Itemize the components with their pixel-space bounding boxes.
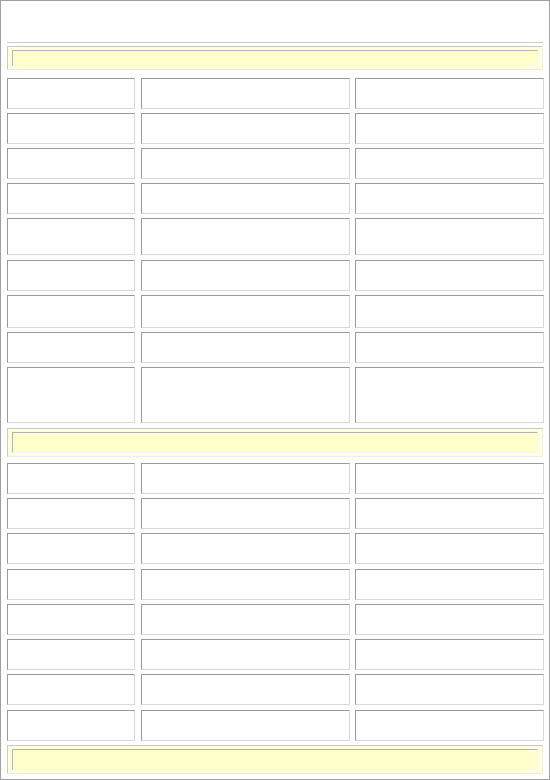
cell-r5-c1[interactable] [7, 218, 135, 255]
cell-r14-c3[interactable] [355, 604, 544, 635]
cell-r14-c2[interactable] [141, 604, 350, 635]
cell-r8-c3[interactable] [355, 332, 544, 363]
cell-r2-c2[interactable] [141, 113, 350, 144]
cell-r7-c2[interactable] [141, 295, 350, 328]
cell-r9-c1[interactable] [7, 367, 135, 423]
cell-r1-c3[interactable] [355, 78, 544, 109]
cell-r16-c1[interactable] [7, 674, 135, 705]
cell-r3-c1[interactable] [7, 148, 135, 179]
cell-r4-c3[interactable] [355, 183, 544, 214]
cell-r4-c2[interactable] [141, 183, 350, 214]
cell-r16-c3[interactable] [355, 674, 544, 705]
cell-r12-c2[interactable] [141, 533, 350, 564]
cell-r13-c2[interactable] [141, 569, 350, 600]
cell-r10-c1[interactable] [7, 463, 135, 494]
section-header-2 [7, 428, 543, 457]
cell-r10-c2[interactable] [141, 463, 350, 494]
cell-r5-c2[interactable] [141, 218, 350, 255]
cell-r12-c1[interactable] [7, 533, 135, 564]
cell-r13-c3[interactable] [355, 569, 544, 600]
cell-r8-c1[interactable] [7, 332, 135, 363]
cell-r9-c3[interactable] [355, 367, 544, 423]
section-header-3-label [12, 749, 538, 770]
form-frame [0, 0, 550, 780]
cell-r12-c3[interactable] [355, 533, 544, 564]
cell-r1-c1[interactable] [7, 78, 135, 109]
cell-r2-c1[interactable] [7, 113, 135, 144]
cell-r7-c1[interactable] [7, 295, 135, 328]
section-header-3 [7, 745, 543, 774]
cell-r4-c1[interactable] [7, 183, 135, 214]
cell-r17-c3[interactable] [355, 710, 544, 741]
cell-r11-c2[interactable] [141, 498, 350, 529]
cell-r3-c2[interactable] [141, 148, 350, 179]
cell-r8-c2[interactable] [141, 332, 350, 363]
cell-r6-c2[interactable] [141, 260, 350, 291]
cell-r3-c3[interactable] [355, 148, 544, 179]
cell-r2-c3[interactable] [355, 113, 544, 144]
cell-r1-c2[interactable] [141, 78, 350, 109]
cell-r15-c1[interactable] [7, 639, 135, 670]
cell-r11-c1[interactable] [7, 498, 135, 529]
cell-r13-c1[interactable] [7, 569, 135, 600]
cell-r17-c1[interactable] [7, 710, 135, 741]
cell-r9-c2[interactable] [141, 367, 350, 423]
cell-r6-c3[interactable] [355, 260, 544, 291]
section-header-1 [7, 46, 543, 70]
cell-r11-c3[interactable] [355, 498, 544, 529]
cell-r16-c2[interactable] [141, 674, 350, 705]
header-divider [7, 42, 543, 43]
section-header-2-label [12, 432, 538, 453]
cell-r14-c1[interactable] [7, 604, 135, 635]
cell-r15-c3[interactable] [355, 639, 544, 670]
section-header-1-label [12, 50, 538, 66]
cell-r5-c3[interactable] [355, 218, 544, 255]
cell-r6-c1[interactable] [7, 260, 135, 291]
cell-r10-c3[interactable] [355, 463, 544, 494]
cell-r17-c2[interactable] [141, 710, 350, 741]
cell-r7-c3[interactable] [355, 295, 544, 328]
cell-r15-c2[interactable] [141, 639, 350, 670]
